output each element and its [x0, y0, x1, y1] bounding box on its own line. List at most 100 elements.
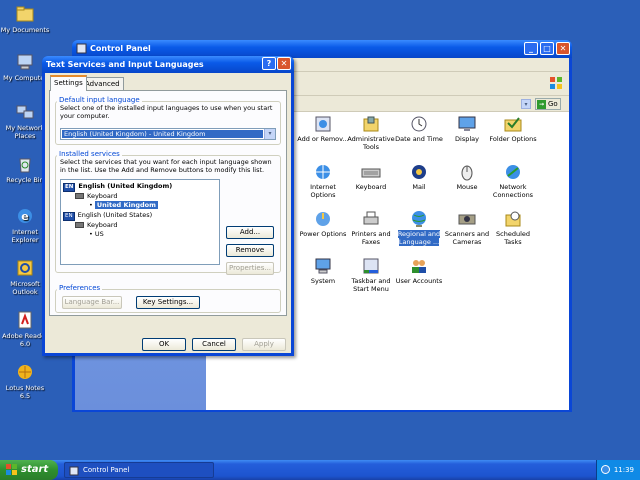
- add-remove-programs-icon: [315, 116, 331, 132]
- desktop-icon-lotus-notes[interactable]: Lotus Notes 6.5: [0, 362, 50, 400]
- network-icon: [16, 105, 34, 119]
- cp-item-label: Display: [455, 135, 479, 143]
- tree-node-united-kingdom[interactable]: • United Kingdom: [89, 201, 158, 209]
- language-badge-icon: EN: [63, 212, 75, 221]
- mouse-icon: [461, 165, 473, 181]
- internet-options-icon: [316, 165, 330, 179]
- go-label: Go: [548, 100, 558, 108]
- remove-button[interactable]: Remove: [226, 244, 274, 257]
- cp-item-label: Add or Remov...: [297, 135, 349, 143]
- add-button[interactable]: Add...: [226, 226, 274, 239]
- taskbar-item-control-panel[interactable]: Control Panel: [64, 462, 214, 478]
- preferences-group-label: Preferences: [57, 284, 103, 292]
- cp-item-date-time[interactable]: Date and Time: [393, 114, 445, 144]
- ok-button[interactable]: OK: [142, 338, 186, 351]
- tree-node-label: United Kingdom: [94, 201, 158, 209]
- cp-item-taskbar-start[interactable]: Taskbar and Start Menu: [345, 256, 397, 293]
- cp-item-system[interactable]: System: [297, 256, 349, 286]
- globe-icon: [412, 211, 426, 227]
- printer-icon: [363, 211, 379, 225]
- taskbar-start-icon: [363, 258, 379, 274]
- cp-item-printers-faxes[interactable]: Printers and Faxes: [345, 209, 397, 246]
- cp-item-admin-tools[interactable]: Administrative Tools: [345, 114, 397, 151]
- dropdown-arrow-icon[interactable]: ▾: [264, 129, 275, 139]
- display-icon: [458, 116, 476, 131]
- go-arrow-icon: →: [537, 99, 546, 109]
- control-panel-title: Control Panel: [90, 44, 151, 53]
- tree-node-label: English (United Kingdom): [78, 182, 173, 190]
- services-tree[interactable]: EN English (United Kingdom) Keyboard • Un…: [60, 179, 220, 265]
- close-button[interactable]: ✕: [556, 42, 570, 55]
- dialog-title: Text Services and Input Languages: [46, 60, 204, 69]
- system-icon: [315, 258, 331, 274]
- cp-item-label: Mail: [412, 183, 426, 191]
- help-button[interactable]: ?: [262, 57, 276, 70]
- computer-icon: [17, 54, 33, 70]
- cp-item-folder-options[interactable]: Folder Options: [487, 114, 539, 144]
- start-button[interactable]: start: [0, 460, 58, 480]
- cp-item-scanners-cameras[interactable]: Scanners and Cameras: [441, 209, 493, 246]
- address-dropdown-arrow-icon[interactable]: ▾: [521, 99, 531, 109]
- system-tray: 11:39: [596, 460, 640, 480]
- cp-item-display[interactable]: Display: [441, 114, 493, 144]
- cancel-button[interactable]: Cancel: [192, 338, 236, 351]
- cp-item-label: Date and Time: [395, 135, 443, 143]
- tree-node-label: Keyboard: [87, 192, 118, 200]
- outlook-icon: [17, 260, 33, 276]
- start-label: start: [21, 464, 49, 475]
- tree-node-lang-us[interactable]: EN English (United States): [63, 211, 152, 221]
- cp-item-label: Network Connections: [492, 183, 534, 199]
- key-settings-button[interactable]: Key Settings...: [136, 296, 200, 309]
- installed-services-description: Select the services that you want for ea…: [60, 158, 272, 174]
- desktop-icon-label: Internet Explorer: [11, 228, 39, 244]
- tree-node-label: English (United States): [77, 211, 153, 219]
- desktop-icon-label: Recycle Bin: [6, 176, 44, 184]
- desktop-icon-my-documents[interactable]: My Documents: [0, 4, 50, 34]
- desktop-icon-label: My Documents: [0, 26, 50, 34]
- dialog-titlebar[interactable]: Text Services and Input Languages ? ✕: [42, 56, 294, 73]
- go-button[interactable]: → Go: [535, 98, 561, 110]
- internet-explorer-icon: e: [18, 209, 32, 223]
- clock[interactable]: 11:39: [614, 466, 634, 474]
- tree-node-keyboard-uk[interactable]: Keyboard: [75, 192, 118, 200]
- cp-item-scheduled-tasks[interactable]: Scheduled Tasks: [487, 209, 539, 246]
- language-badge-icon: EN: [63, 183, 76, 192]
- minimize-button[interactable]: _: [524, 42, 538, 55]
- cp-item-label: Mouse: [456, 183, 478, 191]
- tree-node-lang-uk[interactable]: EN English (United Kingdom): [63, 182, 172, 192]
- cp-item-add-remove[interactable]: Add or Remov...: [297, 114, 349, 144]
- desktop-icon-label: My Computer: [3, 74, 47, 82]
- cp-item-internet-options[interactable]: Internet Options: [297, 162, 349, 199]
- text-services-dialog: Text Services and Input Languages ? ✕ Se…: [42, 56, 294, 356]
- cp-item-mail[interactable]: Mail: [393, 162, 445, 192]
- tab-advanced[interactable]: Advanced: [81, 77, 124, 90]
- keyboard-icon: [361, 168, 381, 178]
- cp-item-network-connections[interactable]: Network Connections: [487, 162, 539, 199]
- cp-item-mouse[interactable]: Mouse: [441, 162, 493, 192]
- cp-item-user-accounts[interactable]: User Accounts: [393, 256, 445, 286]
- tree-node-us[interactable]: • US: [89, 230, 104, 238]
- cp-item-power-options[interactable]: Power Options: [297, 209, 349, 239]
- dialog-close-button[interactable]: ✕: [277, 57, 291, 70]
- desktop-icon-label: Adobe Reader 6.0: [2, 332, 48, 348]
- cp-item-keyboard[interactable]: Keyboard: [345, 162, 397, 192]
- default-language-value: English (United Kingdom) - United Kingdo…: [62, 130, 263, 138]
- desktop-icon-label: Lotus Notes 6.5: [5, 384, 45, 400]
- tab-settings[interactable]: Settings: [50, 75, 87, 91]
- language-bar-button: Language Bar...: [62, 296, 122, 309]
- folder-options-icon: [504, 117, 522, 132]
- language-indicator-icon[interactable]: [601, 465, 610, 474]
- control-panel-icon: [76, 43, 87, 54]
- cp-item-label: Printers and Faxes: [351, 230, 391, 246]
- cp-item-regional-language[interactable]: Regional and Language ...: [393, 209, 445, 246]
- default-language-group-label: Default input language: [57, 96, 142, 104]
- tree-node-label: US: [94, 230, 104, 238]
- default-language-select[interactable]: English (United Kingdom) - United Kingdo…: [60, 128, 276, 140]
- tree-node-keyboard-us[interactable]: Keyboard: [75, 221, 118, 229]
- maximize-button[interactable]: □: [540, 42, 554, 55]
- cp-item-label: System: [310, 277, 336, 285]
- apply-button: Apply: [242, 338, 286, 351]
- power-options-icon: [316, 212, 330, 226]
- scheduled-tasks-icon: [505, 211, 521, 227]
- properties-button: Properties...: [226, 262, 274, 275]
